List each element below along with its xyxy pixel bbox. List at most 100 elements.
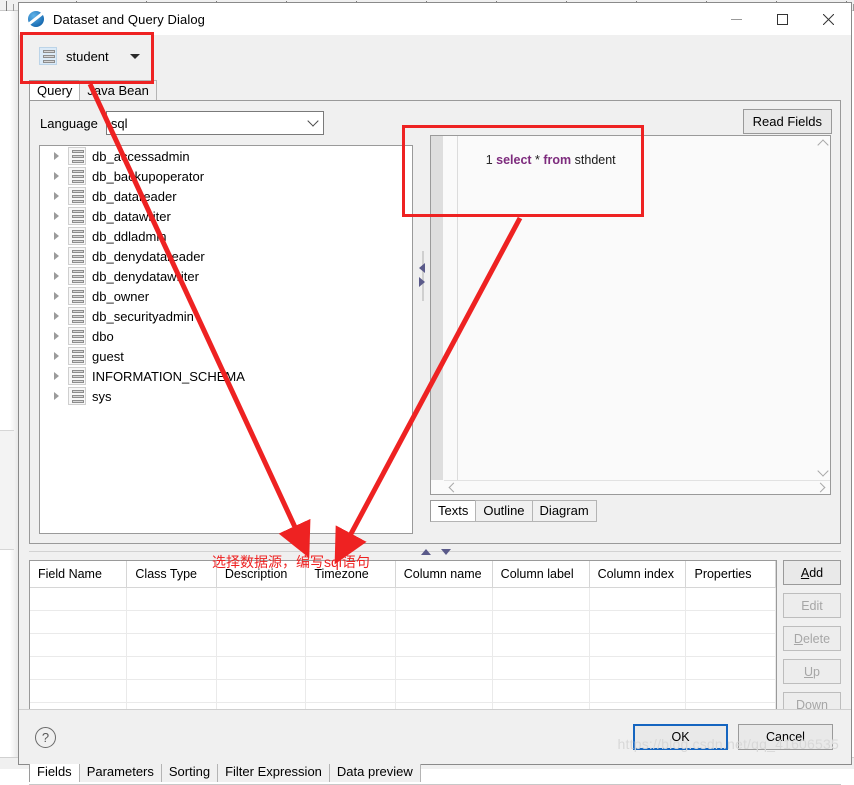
tree-item[interactable]: db_backupoperator: [40, 166, 412, 186]
table-cell[interactable]: [686, 679, 776, 702]
maximize-button[interactable]: [759, 3, 805, 35]
column-header[interactable]: Properties: [686, 561, 776, 587]
table-cell[interactable]: [216, 656, 305, 679]
table-cell[interactable]: [492, 633, 589, 656]
tree-item[interactable]: db_securityadmin: [40, 306, 412, 326]
table-cell[interactable]: [395, 656, 492, 679]
chevron-right-icon[interactable]: [54, 252, 59, 260]
language-combo[interactable]: sql: [106, 111, 324, 135]
tab-diagram[interactable]: Diagram: [532, 500, 597, 522]
tab-texts[interactable]: Texts: [430, 500, 476, 522]
question-mark-icon[interactable]: ?: [35, 727, 56, 748]
tab-parameters[interactable]: Parameters: [79, 761, 162, 782]
table-cell[interactable]: [30, 679, 127, 702]
table-cell[interactable]: [589, 587, 686, 610]
table-cell[interactable]: [686, 587, 776, 610]
table-cell[interactable]: [127, 656, 216, 679]
table-cell[interactable]: [216, 610, 305, 633]
table-cell[interactable]: [216, 587, 305, 610]
column-header[interactable]: Column label: [492, 561, 589, 587]
tree-item[interactable]: db_datawriter: [40, 206, 412, 226]
triangle-right-icon[interactable]: [419, 277, 425, 287]
table-cell[interactable]: [395, 633, 492, 656]
chevron-right-icon[interactable]: [816, 483, 826, 493]
column-header[interactable]: Timezone: [306, 561, 395, 587]
table-cell[interactable]: [395, 587, 492, 610]
schema-tree-panel[interactable]: db_accessadmindb_backupoperatordb_datare…: [39, 145, 413, 534]
vertical-sash[interactable]: [418, 251, 428, 301]
triangle-down-icon[interactable]: [441, 549, 451, 555]
chevron-right-icon[interactable]: [54, 292, 59, 300]
table-cell[interactable]: [216, 633, 305, 656]
chevron-right-icon[interactable]: [54, 372, 59, 380]
table-cell[interactable]: [127, 633, 216, 656]
table-row[interactable]: [30, 679, 776, 702]
tree-item[interactable]: db_ddladmin: [40, 226, 412, 246]
table-cell[interactable]: [30, 633, 127, 656]
table-cell[interactable]: [686, 656, 776, 679]
chevron-right-icon[interactable]: [54, 212, 59, 220]
dataset-dropdown[interactable]: student: [33, 41, 146, 71]
tree-item[interactable]: db_accessadmin: [40, 146, 412, 166]
close-button[interactable]: [805, 3, 851, 35]
tree-item[interactable]: db_datareader: [40, 186, 412, 206]
table-cell[interactable]: [306, 587, 395, 610]
table-cell[interactable]: [30, 656, 127, 679]
table-cell[interactable]: [492, 610, 589, 633]
table-row[interactable]: [30, 656, 776, 679]
tree-item[interactable]: INFORMATION_SCHEMA: [40, 366, 412, 386]
table-cell[interactable]: [127, 679, 216, 702]
table-row[interactable]: [30, 610, 776, 633]
table-cell[interactable]: [306, 679, 395, 702]
table-row[interactable]: [30, 633, 776, 656]
table-cell[interactable]: [492, 679, 589, 702]
sql-editor-box[interactable]: 1 select * from sthdent: [430, 135, 831, 495]
add-button[interactable]: Add: [783, 560, 841, 585]
table-cell[interactable]: [686, 633, 776, 656]
table-cell[interactable]: [306, 610, 395, 633]
read-fields-button[interactable]: Read Fields: [743, 109, 832, 134]
editor-horizontal-scrollbar[interactable]: [444, 480, 830, 494]
tab-java-bean[interactable]: Java Bean: [79, 80, 156, 101]
triangle-up-icon[interactable]: [421, 549, 431, 555]
column-header[interactable]: Field Name: [30, 561, 127, 587]
chevron-right-icon[interactable]: [54, 152, 59, 160]
column-header[interactable]: Column index: [589, 561, 686, 587]
tree-item[interactable]: db_denydatawriter: [40, 266, 412, 286]
column-header[interactable]: Column name: [395, 561, 492, 587]
chevron-right-icon[interactable]: [54, 232, 59, 240]
tab-outline[interactable]: Outline: [475, 500, 532, 522]
chevron-right-icon[interactable]: [54, 192, 59, 200]
table-cell[interactable]: [492, 587, 589, 610]
tree-item[interactable]: sys: [40, 386, 412, 406]
chevron-up-icon[interactable]: [817, 139, 828, 150]
chevron-left-icon[interactable]: [449, 483, 459, 493]
table-cell[interactable]: [30, 610, 127, 633]
tab-data-preview[interactable]: Data preview: [329, 761, 421, 782]
chevron-right-icon[interactable]: [54, 352, 59, 360]
table-cell[interactable]: [127, 587, 216, 610]
minimize-button[interactable]: [713, 3, 759, 35]
column-header[interactable]: Class Type: [127, 561, 216, 587]
horizontal-sash[interactable]: [29, 545, 841, 558]
column-header[interactable]: Description: [216, 561, 305, 587]
tab-fields[interactable]: Fields: [29, 761, 80, 782]
chevron-right-icon[interactable]: [54, 392, 59, 400]
table-cell[interactable]: [395, 610, 492, 633]
tree-item[interactable]: db_owner: [40, 286, 412, 306]
table-cell[interactable]: [589, 679, 686, 702]
table-cell[interactable]: [686, 610, 776, 633]
table-cell[interactable]: [589, 633, 686, 656]
chevron-right-icon[interactable]: [54, 172, 59, 180]
table-cell[interactable]: [306, 633, 395, 656]
table-cell[interactable]: [395, 679, 492, 702]
table-cell[interactable]: [216, 679, 305, 702]
table-cell[interactable]: [30, 587, 127, 610]
tree-item[interactable]: dbo: [40, 326, 412, 346]
table-cell[interactable]: [492, 656, 589, 679]
table-cell[interactable]: [589, 656, 686, 679]
editor-vertical-scrollbar[interactable]: [816, 136, 830, 480]
table-cell[interactable]: [127, 610, 216, 633]
chevron-down-icon[interactable]: [817, 465, 828, 476]
table-cell[interactable]: [589, 610, 686, 633]
